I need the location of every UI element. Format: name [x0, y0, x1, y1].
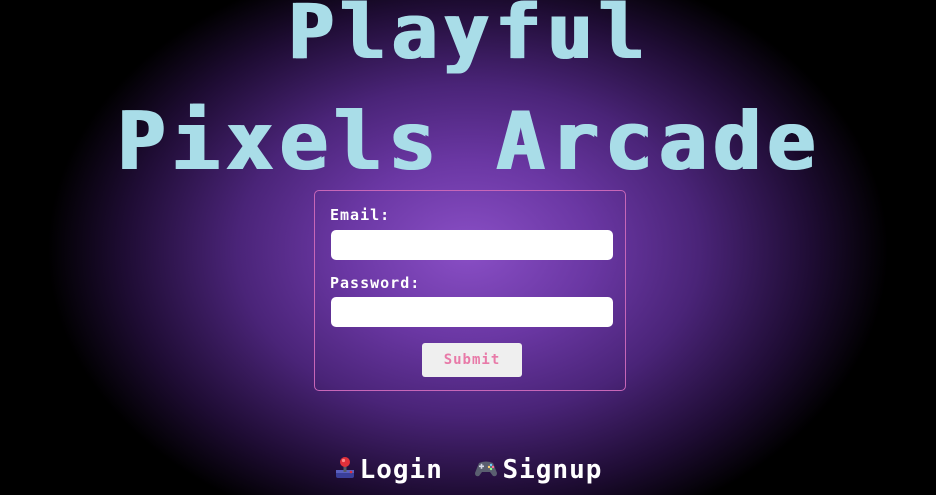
signup-link[interactable]: Signup [473, 455, 603, 486]
login-link[interactable]: Login [334, 455, 443, 486]
gamepad-icon [473, 456, 499, 486]
submit-button[interactable]: Submit [422, 343, 522, 377]
page-title-line-1: Playful [286, 0, 650, 76]
password-field[interactable] [331, 297, 613, 327]
login-form: Email: Password: Submit [314, 190, 626, 391]
page-title-line-2: Pixels Arcade [115, 95, 821, 188]
login-label: Login [359, 455, 443, 485]
email-label: Email: [330, 206, 391, 224]
joystick-icon [334, 455, 356, 486]
email-field[interactable] [331, 230, 613, 260]
bottom-nav: Login Signup [0, 455, 936, 486]
password-label: Password: [330, 274, 421, 292]
signup-label: Signup [502, 455, 603, 486]
